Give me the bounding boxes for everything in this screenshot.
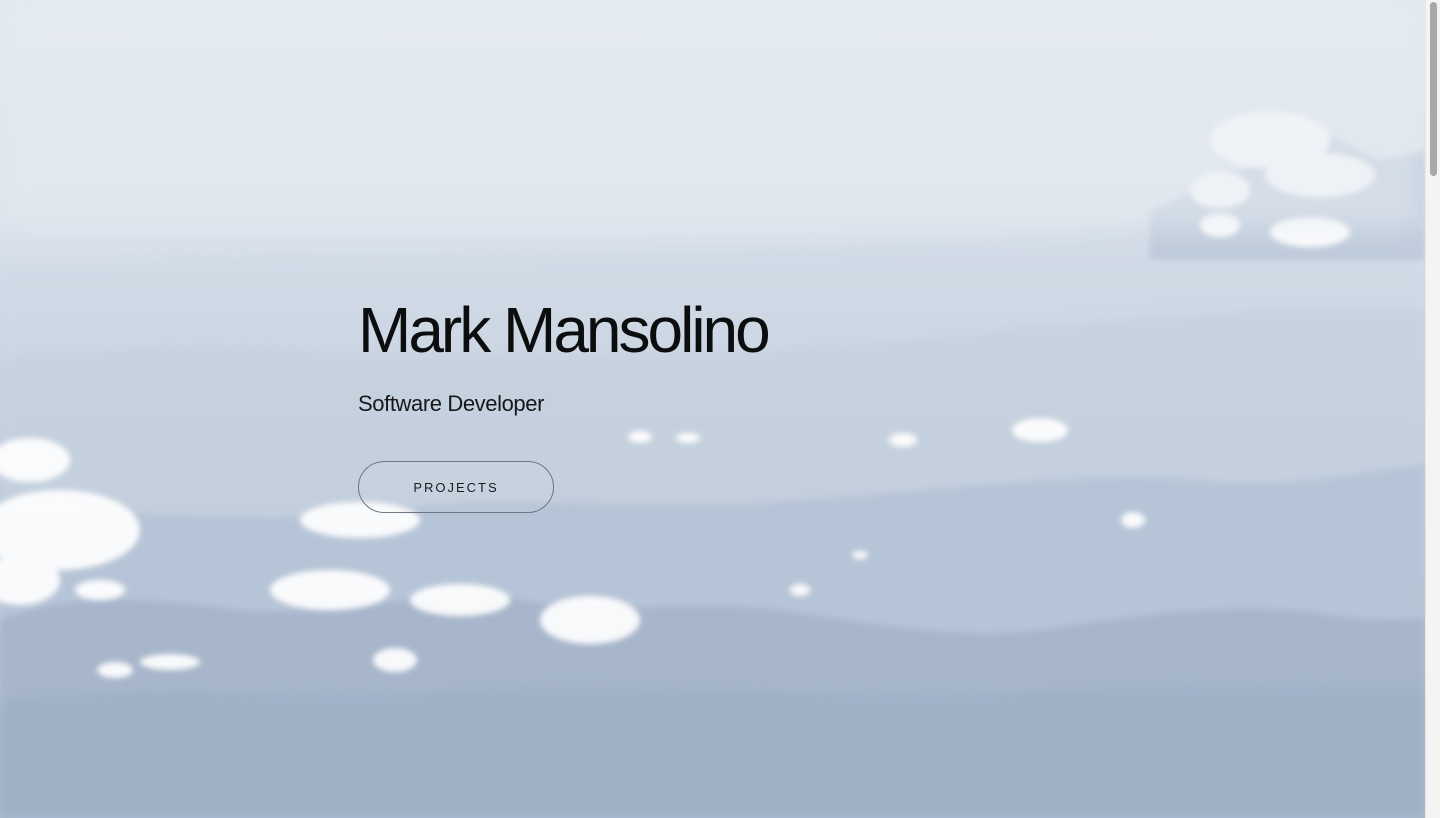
scrollbar-thumb[interactable] — [1430, 2, 1437, 176]
hero-name: Mark Mansolino — [358, 294, 771, 366]
page-scrollbar[interactable] — [1425, 0, 1440, 818]
hero-role: Software Developer — [358, 391, 545, 416]
projects-button[interactable]: PROJECTS — [358, 461, 554, 513]
hero-section: Mark Mansolino Software Developer PROJEC… — [358, 292, 771, 513]
page-viewport: Mark Mansolino Software Developer PROJEC… — [0, 0, 1425, 818]
